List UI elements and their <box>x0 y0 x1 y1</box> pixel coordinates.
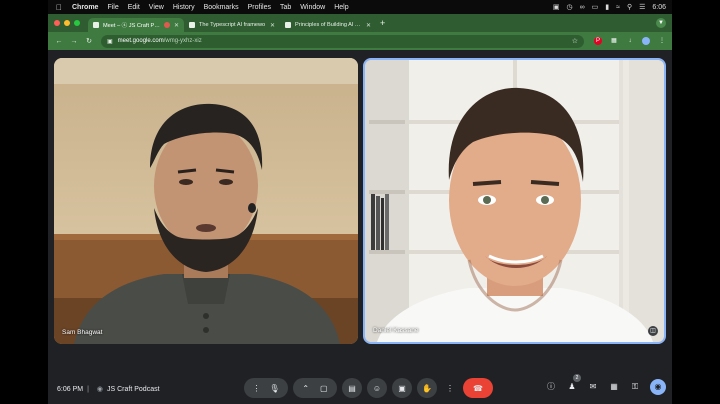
camera-button[interactable]: ⌃ ▢ <box>293 378 337 398</box>
tab-title: Principles of Building AI Age <box>295 22 362 28</box>
window-controls <box>54 20 80 26</box>
close-tab-icon[interactable]: ✕ <box>174 22 179 29</box>
menu-file[interactable]: File <box>107 4 118 11</box>
tile-options-icon[interactable]: ◫ <box>648 326 658 336</box>
reload-icon[interactable]: ↻ <box>85 37 93 45</box>
captions-button[interactable]: ▤ <box>342 378 362 398</box>
meet-bottom-bar: 6:06 PM | ◉ JS Craft Podcast ⋮ 🎙 ⌃ ▢ ▤ ☺… <box>48 374 672 404</box>
menubar-clock[interactable]: 6:06 <box>652 4 666 11</box>
url-input[interactable]: ▣ meet.google.com/wmg-yxhz-xiz ☆ <box>101 34 584 48</box>
chevron-up-icon[interactable]: ⌃ <box>302 384 309 393</box>
tab-principles[interactable]: Principles of Building AI Age ✕ <box>280 18 376 32</box>
more-options-button[interactable]: ⋮ <box>442 378 458 398</box>
screen:  Chrome File Edit View History Bookmark… <box>0 0 720 404</box>
more-icon: ⋮ <box>446 383 454 393</box>
minimize-window-icon[interactable] <box>64 20 70 26</box>
menu-profiles[interactable]: Profiles <box>248 4 271 11</box>
menu-tab[interactable]: Tab <box>280 4 291 11</box>
menu-history[interactable]: History <box>173 4 195 11</box>
zoom-window-icon[interactable] <box>74 20 80 26</box>
menubar-status-area: ▣ ◷ ∞ ▭ ▮ ≈ ⚲ ☰ 6:06 <box>553 3 672 12</box>
url-host: meet.google.com <box>117 38 164 44</box>
leave-call-button[interactable]: ☎ <box>463 378 493 398</box>
recording-indicator-icon <box>163 22 170 28</box>
display-icon[interactable]: ▭ <box>592 3 599 11</box>
end-call-icon: ☎ <box>473 383 483 393</box>
menu-window[interactable]: Window <box>300 4 325 11</box>
raise-hand-button[interactable]: ✋ <box>417 378 437 398</box>
bookmark-star-icon[interactable]: ☆ <box>572 37 578 45</box>
participant-name-label: Daniel Kassane <box>373 327 419 334</box>
people-icon[interactable]: ♟ <box>566 374 581 393</box>
control-center-icon[interactable]: ☰ <box>639 3 645 11</box>
spotlight-icon[interactable]: ⚲ <box>627 3 632 11</box>
chat-icon[interactable]: ✉ <box>587 381 599 393</box>
profile-avatar-icon[interactable] <box>642 37 650 45</box>
tab-typescript-ai[interactable]: The Typescript AI framewo ✕ <box>184 18 280 32</box>
screen-record-icon[interactable]: ▣ <box>553 3 560 11</box>
raise-hand-icon: ✋ <box>422 383 432 393</box>
participant-name-label: Sam Bhagwat <box>62 329 103 336</box>
timer-icon[interactable]: ◷ <box>567 3 573 11</box>
page-favicon-icon <box>285 22 291 28</box>
meeting-tools: ⓘ ♟ ✉ ▦ ⚿ ◉ <box>545 374 666 395</box>
extensions-area: P ▦ ↓ ⋮ <box>594 37 666 45</box>
tab-meet[interactable]: Meet – ⓢ JS Craft Podca ✕ <box>88 18 184 32</box>
video-tile-participant-1[interactable]: Sam Bhagwat <box>54 58 358 344</box>
extensions-puzzle-icon[interactable]: ▦ <box>610 37 618 45</box>
participant-2-video <box>365 60 664 342</box>
site-info-icon[interactable]: ▣ <box>107 38 113 45</box>
meeting-name: JS Craft Podcast <box>107 385 160 393</box>
forward-icon[interactable]: → <box>70 38 78 45</box>
companion-icon[interactable]: ◉ <box>650 379 666 395</box>
download-icon[interactable]: ↓ <box>626 37 634 45</box>
wifi-icon[interactable]: ≈ <box>616 4 620 11</box>
mic-icon[interactable]: 🎙 <box>269 384 279 393</box>
captions-icon: ▤ <box>348 383 356 393</box>
apple-icon[interactable]:  <box>54 3 64 12</box>
host-controls-icon[interactable]: ⚿ <box>629 381 641 393</box>
close-tab-icon[interactable]: ✕ <box>270 22 275 29</box>
new-tab-button[interactable]: + <box>380 18 385 28</box>
participant-1-video <box>54 58 358 344</box>
audio-settings-icon[interactable]: ⋮ <box>252 384 260 393</box>
meet-favicon-icon <box>93 22 99 28</box>
microphone-button[interactable]: ⋮ 🎙 <box>244 378 288 398</box>
address-bar-row: ← → ↻ ▣ meet.google.com/wmg-yxhz-xiz ☆ P… <box>48 32 672 50</box>
present-icon: ▣ <box>398 383 406 393</box>
info-icon[interactable]: ⓘ <box>545 381 557 393</box>
emoji-icon: ☺ <box>372 383 382 393</box>
reactions-button[interactable]: ☺ <box>367 378 387 398</box>
present-button[interactable]: ▣ <box>392 378 412 398</box>
url-path: /wmg-yxhz-xiz <box>163 38 202 44</box>
divider: | <box>87 385 89 393</box>
page-favicon-icon <box>189 22 195 28</box>
back-icon[interactable]: ← <box>55 38 63 45</box>
close-window-icon[interactable] <box>54 20 60 26</box>
battery-icon[interactable]: ▮ <box>605 3 609 11</box>
menu-edit[interactable]: Edit <box>128 4 140 11</box>
meet-stage: Sam Bhagwat Daniel Kassane ◫ 6:06 PM | ◉… <box>48 50 672 404</box>
browser-menu-icon[interactable]: ⋮ <box>658 37 666 45</box>
call-controls: ⋮ 🎙 ⌃ ▢ ▤ ☺ ▣ ✋ ⋮ ☎ <box>244 378 493 398</box>
menubar-app-name[interactable]: Chrome <box>72 4 98 11</box>
activities-icon[interactable]: ▦ <box>608 381 620 393</box>
video-tile-participant-2[interactable]: Daniel Kassane ◫ <box>363 58 666 344</box>
camera-icon[interactable]: ▢ <box>320 384 328 393</box>
link-icon[interactable]: ∞ <box>580 4 585 11</box>
meeting-time: 6:06 PM <box>57 385 84 393</box>
tab-search-icon[interactable]: ▼ <box>656 18 666 28</box>
recording-dot-icon: ◉ <box>96 386 104 393</box>
tab-title: Meet – ⓢ JS Craft Podca <box>103 23 160 29</box>
menu-view[interactable]: View <box>149 4 164 11</box>
pinterest-extension-icon[interactable]: P <box>594 37 602 45</box>
tab-title: The Typescript AI framewo <box>199 22 266 28</box>
close-tab-icon[interactable]: ✕ <box>366 22 371 29</box>
menu-help[interactable]: Help <box>334 4 348 11</box>
menu-bookmarks[interactable]: Bookmarks <box>204 4 239 11</box>
browser-tabbar: Meet – ⓢ JS Craft Podca ✕ The Typescript… <box>48 14 672 32</box>
mac-menubar:  Chrome File Edit View History Bookmark… <box>48 0 672 14</box>
